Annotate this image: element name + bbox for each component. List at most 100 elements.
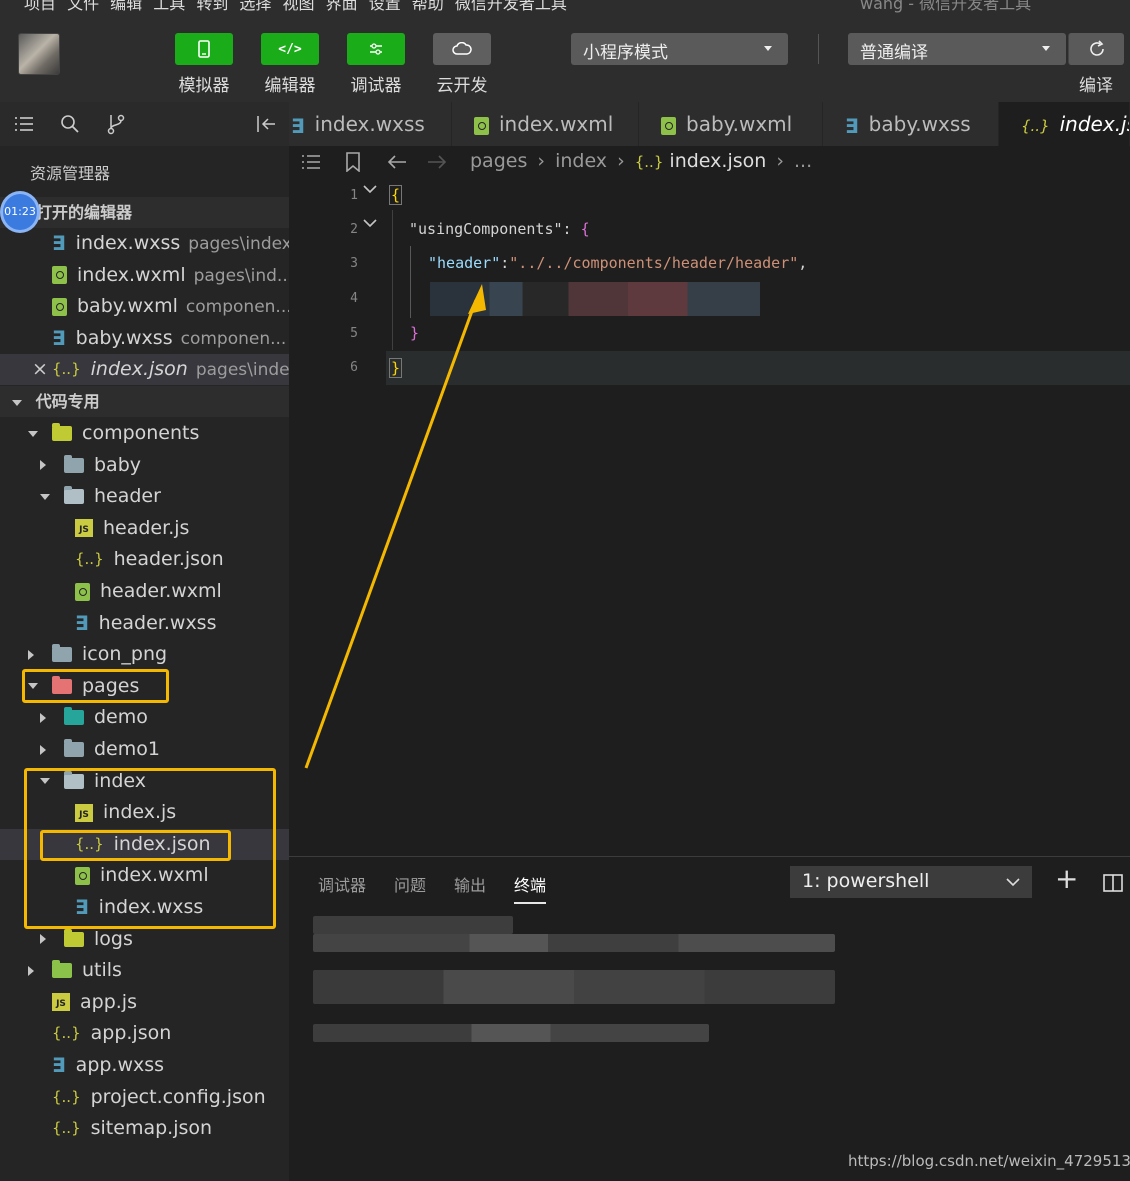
- tree-item[interactable]: {..} sitemap.json: [0, 1113, 289, 1144]
- tree-item[interactable]: ∃ header.wxss: [0, 608, 289, 639]
- forward-arrow-icon[interactable]: [427, 154, 447, 170]
- phone-icon: [198, 40, 210, 58]
- bookmark-icon[interactable]: [345, 152, 361, 172]
- editor-tab[interactable]: {..} index.json: [999, 102, 1130, 146]
- simulator-button[interactable]: [175, 33, 233, 65]
- tree-item[interactable]: JS header.js: [0, 513, 289, 544]
- open-editors-label: 打开的编辑器: [36, 203, 133, 222]
- tree-item[interactable]: components: [0, 418, 289, 449]
- open-editor-name: index.wxss: [75, 232, 181, 254]
- watermark: https://blog.csdn.net/weixin_47295135: [848, 1152, 1130, 1170]
- tree-item[interactable]: {..} project.config.json: [0, 1082, 289, 1113]
- tree-item[interactable]: JS app.js: [0, 987, 289, 1018]
- tree-arrow: [28, 418, 52, 449]
- open-editor-item[interactable]: index.wxml pages\ind...: [0, 260, 293, 291]
- editor-tab[interactable]: ∃ index.wxss: [289, 102, 452, 146]
- search-icon[interactable]: [60, 114, 80, 134]
- code-line-1: {: [389, 185, 403, 205]
- panel-tab-problems[interactable]: 问题: [394, 872, 426, 896]
- tree-item-label: header.wxss: [98, 611, 217, 634]
- sidebar-toolbar: [0, 102, 289, 146]
- editor-tab[interactable]: baby.wxml: [639, 102, 823, 146]
- fold-chevron-icon[interactable]: [363, 184, 377, 194]
- wxml-icon: [661, 116, 676, 135]
- mode-select[interactable]: 小程序模式: [571, 33, 788, 65]
- tree-item[interactable]: header.wxml: [0, 576, 289, 607]
- tree-item-label: demo1: [94, 738, 160, 760]
- open-editor-item[interactable]: ∃ index.wxss pages\index: [0, 228, 292, 259]
- code-line-3: "header":"../../components/header/header…: [428, 254, 807, 272]
- code-brace: {: [580, 220, 590, 238]
- annotation-arrow: [304, 284, 486, 769]
- chevron-down-icon: [12, 399, 22, 406]
- editor-tab[interactable]: ∃ baby.wxss: [823, 102, 999, 146]
- breadcrumb-item[interactable]: index: [555, 150, 607, 172]
- panel-tab-debugger[interactable]: 调试器: [318, 872, 366, 896]
- new-terminal-button[interactable]: +: [1055, 864, 1078, 894]
- breadcrumb-item[interactable]: ...: [794, 150, 812, 172]
- folder-icon: [64, 739, 84, 757]
- source-control-icon[interactable]: [106, 113, 126, 135]
- editor-tab[interactable]: index.wxml: [452, 102, 639, 146]
- tree-item-label: app.js: [80, 990, 137, 1013]
- compile-select[interactable]: 普通编译: [848, 33, 1066, 65]
- open-editors-header[interactable]: 打开的编辑器: [0, 197, 289, 228]
- editor-label: 编辑器: [264, 76, 316, 96]
- project-header[interactable]: 代码专用: [0, 386, 289, 417]
- breadcrumb-item[interactable]: index.json: [669, 150, 766, 172]
- compile-button[interactable]: [1068, 33, 1124, 65]
- tree-item[interactable]: {..} app.json: [0, 1018, 289, 1049]
- debugger-button[interactable]: [347, 33, 405, 65]
- blurred-terminal-text: [313, 1024, 709, 1042]
- css-icon: ∃: [52, 1053, 66, 1077]
- back-arrow-icon[interactable]: [387, 154, 407, 170]
- split-terminal-icon[interactable]: [1103, 874, 1123, 892]
- compile-select-value: 普通编译: [860, 43, 928, 63]
- tree-item-label: app.wxss: [75, 1054, 165, 1076]
- tree-item[interactable]: {..} header.json: [0, 544, 289, 575]
- list-icon[interactable]: [14, 115, 34, 133]
- terminal-select-value: 1: powershell: [802, 870, 930, 892]
- editor-button[interactable]: </>: [261, 33, 319, 65]
- tree-item[interactable]: header: [0, 481, 289, 512]
- cloud-button[interactable]: [433, 33, 491, 65]
- js-icon: JS: [52, 993, 70, 1012]
- tree-item-label: header.json: [113, 548, 224, 571]
- css-icon: ∃: [52, 231, 66, 255]
- open-editor-item[interactable]: × {..} index.json pages\index: [0, 354, 299, 386]
- json-icon: {..}: [52, 1119, 81, 1138]
- tree-item-label: header.js: [103, 516, 190, 539]
- outline-icon[interactable]: [301, 154, 321, 170]
- line-number: 3: [350, 256, 358, 271]
- tree-item[interactable]: baby: [0, 450, 289, 481]
- terminal-select[interactable]: 1: powershell: [790, 866, 1032, 898]
- tree-arrow: [40, 702, 64, 733]
- panel-tab-output[interactable]: 输出: [454, 872, 486, 896]
- breadcrumb-item[interactable]: pages: [470, 150, 527, 172]
- tree-item[interactable]: icon_png: [0, 639, 289, 670]
- avatar[interactable]: [18, 33, 60, 75]
- menu-items[interactable]: 项目 文件 编辑 工具 转到 选择 视图 界面 设置 帮助 微信开发者工具: [24, 0, 567, 14]
- project-label: 代码专用: [35, 392, 100, 411]
- open-editor-item[interactable]: baby.wxml componen...: [0, 291, 292, 322]
- open-editor-name: baby.wxml: [77, 295, 178, 318]
- fold-chevron-icon[interactable]: [363, 218, 377, 228]
- panel-tab-terminal[interactable]: 终端: [514, 872, 547, 904]
- chevron-down-icon: [1006, 878, 1020, 887]
- editor-tabs: ∃ index.wxss index.wxml baby.wxml ∃ baby.wxss…: [289, 102, 1130, 146]
- folder-icon: [64, 707, 84, 726]
- code-punc: :: [500, 254, 510, 272]
- simulator-label: 模拟器: [178, 76, 230, 96]
- open-editor-path: pages\index: [195, 360, 300, 381]
- css-icon: ∃: [845, 113, 859, 138]
- tree-item[interactable]: demo: [0, 702, 289, 733]
- collapse-sidebar-icon[interactable]: [256, 115, 276, 133]
- tree-item[interactable]: demo1: [0, 734, 289, 765]
- tree-arrow: [40, 734, 64, 765]
- folder-icon: [52, 644, 72, 663]
- code-value: "../../components/header/header": [509, 254, 799, 272]
- tree-item[interactable]: ∃ app.wxss: [0, 1050, 289, 1081]
- tree-item[interactable]: utils: [0, 955, 289, 986]
- close-icon[interactable]: ×: [32, 354, 48, 385]
- open-editor-item[interactable]: ∃ baby.wxss componen...: [0, 323, 289, 354]
